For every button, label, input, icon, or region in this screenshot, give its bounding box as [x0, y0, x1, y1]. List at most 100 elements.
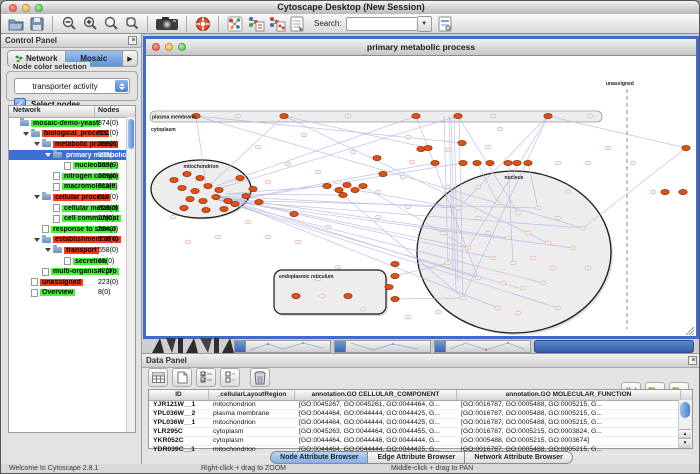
network-node[interactable]: [295, 240, 301, 244]
network-node-selected[interactable]: [544, 113, 552, 118]
network-node[interactable]: [500, 281, 506, 285]
select-attributes-icon[interactable]: [196, 368, 216, 387]
network-node-selected[interactable]: [202, 207, 210, 212]
network-node[interactable]: [409, 160, 415, 164]
expand-arrow-icon[interactable]: [23, 132, 29, 136]
network-node[interactable]: [440, 231, 446, 235]
tree-scrollbar[interactable]: [126, 117, 135, 432]
network-node[interactable]: [587, 114, 593, 118]
help-icon[interactable]: [193, 15, 212, 32]
float-panel-icon[interactable]: [128, 36, 137, 45]
network-node[interactable]: [301, 133, 307, 137]
network-node-selected[interactable]: [385, 284, 393, 289]
tree-row[interactable]: primary metabolic209(...: [9, 150, 135, 161]
network-node[interactable]: [515, 311, 521, 315]
expand-arrow-icon[interactable]: [34, 142, 40, 146]
network-canvas[interactable]: plasma membranecytoplasmmitochondrionnuc…: [146, 56, 696, 336]
network-node-selected[interactable]: [290, 211, 298, 216]
network-node-selected[interactable]: [292, 293, 300, 298]
tab-overflow-button[interactable]: ▶: [123, 51, 137, 66]
network-node[interactable]: [465, 246, 471, 250]
network-node[interactable]: [490, 256, 496, 260]
network-node[interactable]: [495, 201, 501, 205]
network-node-selected[interactable]: [178, 185, 186, 190]
tab-node-attribute-browser[interactable]: Node Attribute Browser: [270, 451, 368, 464]
network-node-selected[interactable]: [249, 186, 257, 191]
network-node-selected[interactable]: [473, 160, 481, 165]
network-node[interactable]: [495, 306, 501, 310]
tab-edge-attribute-browser[interactable]: Edge Attribute Browser: [368, 451, 465, 464]
network-node-selected[interactable]: [183, 171, 191, 176]
network-node[interactable]: [530, 256, 536, 260]
tree-row[interactable]: macromolecule311(0): [9, 182, 135, 193]
network-node-selected[interactable]: [212, 194, 220, 199]
table-column-header[interactable]: _cellularLayoutRegion: [209, 390, 295, 400]
network-node[interactable]: [400, 175, 406, 179]
network-node[interactable]: [485, 145, 491, 149]
network-node[interactable]: [475, 216, 481, 220]
network-node[interactable]: [515, 211, 521, 215]
table-row[interactable]: YJR121W__1mitochondrion[GO:0045267, GO:0…: [149, 401, 692, 410]
network-node[interactable]: [435, 310, 441, 314]
minimized-window[interactable]: [234, 340, 331, 353]
network-node[interactable]: [405, 315, 411, 319]
minimized-window[interactable]: [434, 340, 531, 353]
network-node[interactable]: [325, 225, 331, 229]
network-node-selected[interactable]: [204, 183, 212, 188]
network-node-selected[interactable]: [255, 199, 263, 204]
network-node[interactable]: [525, 231, 531, 235]
network-node[interactable]: [555, 161, 561, 165]
tree-row[interactable]: Overview8(0): [9, 288, 135, 299]
table-scrollbar[interactable]: ▲ ▼: [678, 400, 692, 448]
network-node-selected[interactable]: [196, 175, 204, 180]
network-node-selected[interactable]: [524, 160, 532, 165]
network-node[interactable]: [335, 265, 341, 269]
network-node[interactable]: [315, 170, 321, 174]
network-node[interactable]: [185, 240, 191, 244]
new-attribute-icon[interactable]: [172, 368, 192, 387]
network-node[interactable]: [215, 235, 221, 239]
network-node[interactable]: [510, 261, 516, 265]
open-icon[interactable]: [6, 15, 25, 32]
search-settings-icon[interactable]: [288, 15, 307, 32]
network-node-selected[interactable]: [242, 193, 250, 198]
minimized-window[interactable]: [334, 340, 431, 353]
search-options-icon[interactable]: [436, 15, 455, 32]
network-node[interactable]: [520, 286, 526, 290]
unselect-attributes-icon[interactable]: [220, 368, 240, 387]
network-node-selected[interactable]: [454, 113, 462, 118]
network-window-titlebar[interactable]: primary metabolic process: [146, 39, 696, 56]
network-node[interactable]: [445, 148, 451, 152]
network-node-selected[interactable]: [513, 160, 521, 165]
network-node[interactable]: [630, 161, 636, 165]
network-node[interactable]: [475, 276, 481, 280]
tree-column-network[interactable]: Network: [13, 107, 41, 114]
zoom-in-icon[interactable]: [80, 15, 99, 32]
network-node[interactable]: [570, 246, 576, 250]
network-node[interactable]: [585, 266, 591, 270]
network-node[interactable]: [555, 306, 561, 310]
network-node-selected[interactable]: [373, 155, 381, 160]
network-node[interactable]: [375, 215, 381, 219]
network-node[interactable]: [605, 146, 611, 150]
delete-attribute-icon[interactable]: [250, 368, 270, 387]
resize-grip[interactable]: [686, 327, 694, 335]
network-node[interactable]: [265, 180, 271, 184]
network-node[interactable]: [285, 162, 291, 166]
tree-row[interactable]: cellular metabol209(0): [9, 203, 135, 214]
network-node[interactable]: [445, 185, 451, 189]
tree-row[interactable]: response to stimul264(0): [9, 224, 135, 235]
tree-row[interactable]: mosaic-demo-yeast874(0): [9, 118, 135, 129]
table-row[interactable]: YLR295Ccytoplasm[GO:0045263, GO:0044464,…: [149, 428, 692, 437]
network-node-selected[interactable]: [661, 189, 669, 194]
tree-row[interactable]: biological_process651(0): [9, 129, 135, 140]
network-node-selected[interactable]: [335, 187, 343, 192]
network-node[interactable]: [350, 150, 356, 154]
tree-row[interactable]: multi-organism pro42(0): [9, 266, 135, 277]
network-node[interactable]: [497, 127, 503, 131]
network-node-selected[interactable]: [236, 175, 244, 180]
search-input[interactable]: [346, 17, 418, 31]
snapshot-icon[interactable]: [154, 15, 180, 32]
node-color-combobox[interactable]: transporter activity: [14, 78, 130, 94]
tree-scrollbar-thumb[interactable]: [128, 119, 134, 149]
